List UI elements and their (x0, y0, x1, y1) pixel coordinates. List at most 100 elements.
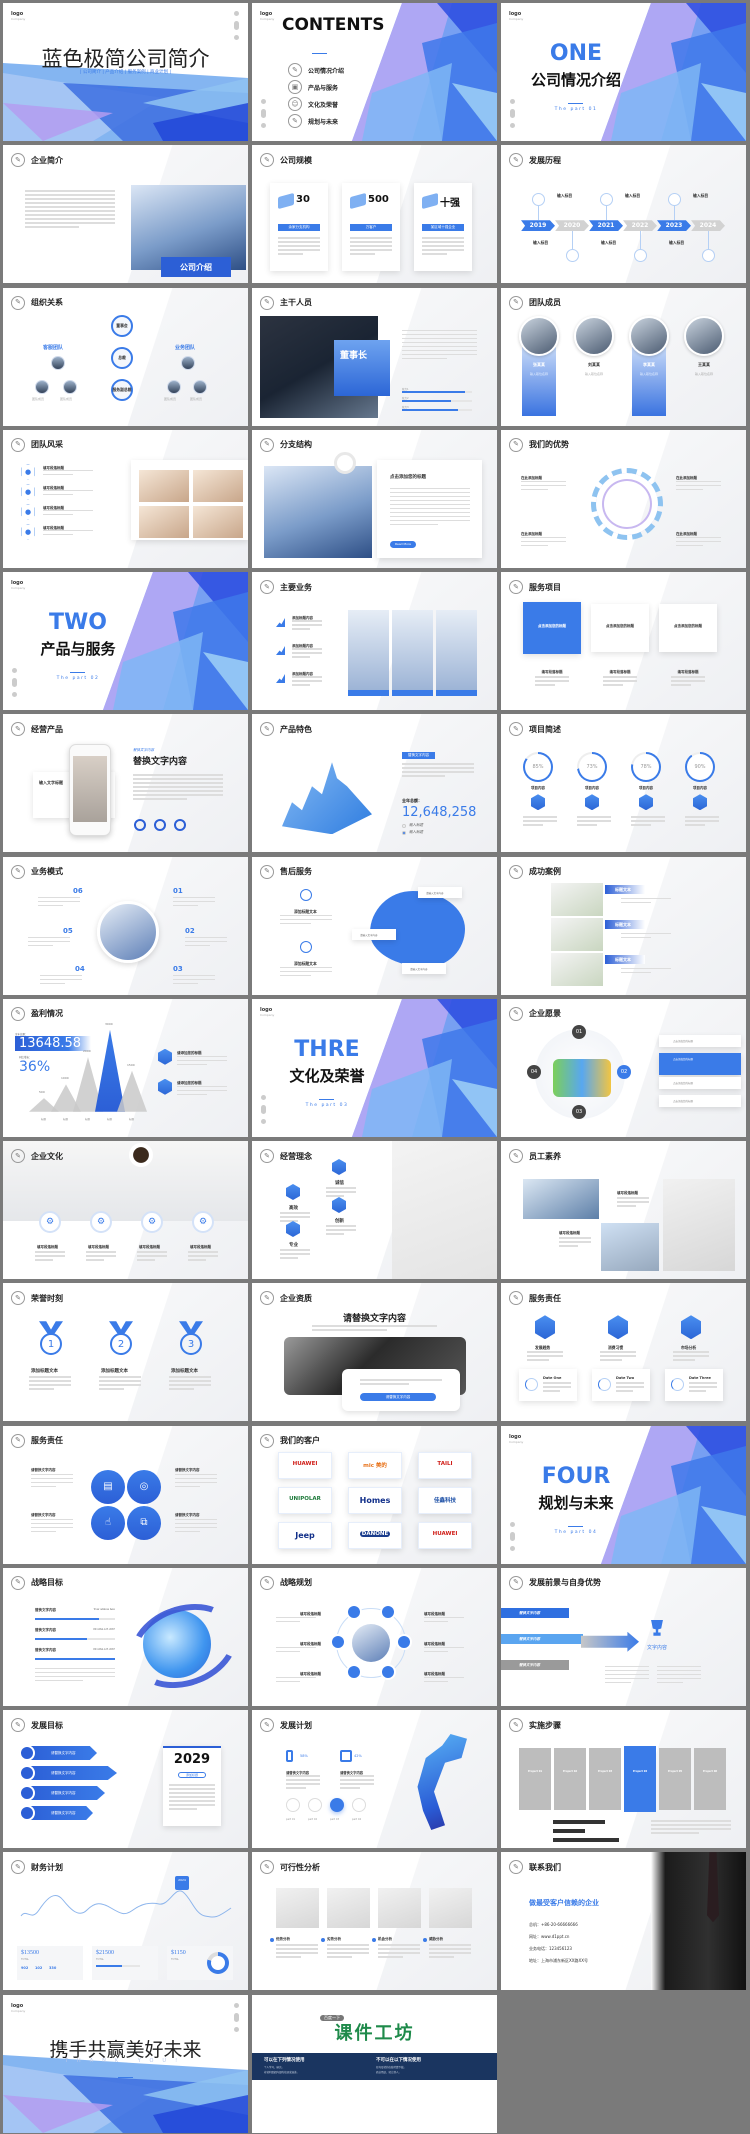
stat-value: 58% (300, 1754, 308, 1758)
vision-list-text: 点击添加您的标题 (673, 1057, 694, 1061)
slide-header: ✎ 分支结构 (260, 437, 312, 452)
placeholder-text-line (31, 1522, 73, 1524)
placeholder-text-line (169, 1384, 211, 1386)
slide-thumbnail-39[interactable]: ✎ 实施步骤 Project 01 Project 02 Project 03 Proje… (501, 1710, 746, 1848)
placeholder-text-line (402, 329, 477, 331)
culture-icon: ⚙ (141, 1211, 163, 1233)
slide-thumbnail-37[interactable]: ✎ 发展目标 请替换文字内容 请替换文字内容 请替换文字内容 请替换文字内容 2029 添加标… (3, 1710, 248, 1848)
nav-dot (510, 123, 515, 128)
slide-thumbnail-4[interactable]: ✎ 企业简介 公司介绍 (3, 145, 248, 284)
part-button[interactable] (352, 1798, 366, 1812)
slide-thumbnail-36[interactable]: ✎ 发展前景与自身优势 替换文字内容 替换文字内容 替换文字内容 文字内容 (501, 1567, 746, 1706)
slide-thumbnail-13[interactable]: logo Company TWO 产品与服务 The part 02 (3, 572, 248, 710)
slide-thumbnail-27[interactable]: ✎ 员工素养 填写段落标题 填写段落标题 (501, 1141, 746, 1279)
slide-thumbnail-34[interactable]: ✎ 战略目标 替换文字内容 Your address here 替换文字内容 001.66… (3, 1567, 248, 1706)
contents-item[interactable]: ☺ 文化及荣誉 (288, 97, 338, 111)
section-number: FOUR (541, 1463, 611, 1489)
slide-thumbnail-5[interactable]: ✎ 公司规模 30 余家分支机构 500 万客户 十强 某区域十强企业 (252, 145, 497, 284)
slide-thumbnail-35[interactable]: ✎ 战略规划 填写段落标题 填写段落标题 填写段落标题 填写段落标题 填写段落标题 填写段落标… (252, 1567, 497, 1706)
placeholder-text-line (605, 1677, 649, 1680)
finance-stat: 902 (21, 1966, 29, 1971)
slide-thumbnail-1[interactable]: logo Company 蓝色极简公司简介 | 公司简介 | 产品介绍 | 服务案例 … (3, 3, 248, 141)
placeholder-text-line (35, 1667, 115, 1670)
part-button[interactable] (308, 1798, 322, 1812)
polygon-shape (143, 2069, 248, 2115)
placeholder-text-line (671, 680, 705, 682)
contents-item[interactable]: ▣ 产品与服务 (288, 80, 338, 94)
placeholder-text-line (327, 1952, 369, 1954)
section-title: 规划与未来 (538, 1493, 614, 1512)
pencil-icon: ✎ (260, 153, 274, 168)
slide-thumbnail-40[interactable]: ✎ 财务计划 2024 $13500 TOTAL 902 102 330 $21500 TOTAL… (3, 1852, 248, 1991)
slide-thumbnail-33[interactable]: logo Company FOUR 规划与未来 The part 04 (501, 1425, 746, 1564)
slide-thumbnail-9[interactable]: ✎ 团队成员 张某某 输入职位名称 刘某某 输入职位名称 李某某 输入职位名称 王某某 输入职位名… (501, 287, 746, 426)
slide-thumbnail-23[interactable]: logo Company THRE 文化及荣誉 The part 03 (252, 998, 497, 1137)
slide-thumbnail-44[interactable]: 百度一下 课件工坊 可以在下列情况使用 个人学习、研究。 非营利组织内部的培训或演讲。不… (252, 1994, 497, 2133)
slide-thumbnail-25[interactable]: ✎ 企业文化 ⚙ 填写段落标题 ⚙ 填写段落标题 ⚙ 填写段落标题 ⚙ 填写段落标题 (3, 1141, 248, 1279)
slide-thumbnail-3[interactable]: logo Company ONE 公司情况介绍 The part 01 (501, 3, 746, 141)
org-node-label: 总裁 (118, 354, 126, 360)
slide-thumbnail-2[interactable]: logo Company CONTENTS ✎ 公司情况介绍 ▣ 产品与服务 ☺ 文化及荣誉 ✎ 规… (252, 3, 497, 141)
slide-thumbnail-24[interactable]: ✎ 企业愿景 01 02 03 04 点击添加您的标题 点击添加您的标题 点击添加您的标题 点击添… (501, 998, 746, 1137)
slide-thumbnail-32[interactable]: ✎ 我们的客户 HUAWEI mic 美的 TAILI UNIPOLAR Homes 佳鑫科技… (252, 1425, 497, 1564)
slide-thumbnail-8[interactable]: ✎ 主干人员 董事长 能力1 能力2 能力3 (252, 287, 497, 426)
placeholder-text-line (86, 1259, 104, 1261)
duty-blob-icon: ▤ (91, 1469, 125, 1504)
slide-thumbnail-31[interactable]: ✎ 服务责任 ▤ ◎ ☝ ⧉ 请替换文字内容 请替换文字内容 请替换文字内容 请替换文字内容 (3, 1425, 248, 1564)
placeholder-text-line (350, 253, 376, 255)
placeholder-text-line (340, 1783, 374, 1785)
placeholder-text-line (173, 904, 199, 906)
read-more-button[interactable]: Read More (390, 540, 416, 548)
slide-thumbnail-17[interactable]: ✎ 产品特色 替换文字内容 全年总额： 12,648,258 输入标题 输入标题 (252, 714, 497, 853)
slide-thumbnail-6[interactable]: ✎ 发展历程 2019 输入标目 2020 输入标目 2021 输入标目 2022 输入标目 202… (501, 145, 746, 284)
slide-thumbnail-41[interactable]: ✎ 可行性分析 优势分析 劣势分析 机会分析 威胁分析 (252, 1852, 497, 1991)
slide-thumbnail-12[interactable]: ✎ 我们的优势 在此添加标题 在此添加标题 在此添加标题 在此添加标题 (501, 429, 746, 568)
slide-thumbnail-38[interactable]: ✎ 发展计划 58% 请替换文字内容 42% 请替换文字内容 part 01 part 02 p… (252, 1710, 497, 1848)
polygon-shape (452, 1078, 497, 1137)
contact-line: 业务电话：123456123 (529, 1946, 572, 1952)
placeholder-text-line (523, 824, 544, 826)
x-axis-label: 标题 (107, 1117, 113, 1121)
contents-item[interactable]: ✎ 公司情况介绍 (288, 63, 344, 77)
slide-thumbnail-10[interactable]: ✎ 团队风采 ● 填写段落标题 ● 填写段落标题 ● 填写段落标题 ● 填写段落标题 (3, 429, 248, 568)
placeholder-text-line (521, 536, 566, 539)
slide-thumbnail-14[interactable]: ✎ 主要业务 添加标题内容 添加标题内容 添加标题内容 (252, 572, 497, 710)
slide-thumbnail-29[interactable]: ✎ 企业资质 请替换文字内容 请替换文字内容 (252, 1283, 497, 1422)
slide-thumbnail-11[interactable]: ✎ 分支结构 点击添加您的标题 Read More (252, 429, 497, 568)
slide-thumbnail-42[interactable]: ✎ 联系我们 做最受客户信赖的企业 总机：+86-20-66666666 网址：www.… (501, 1852, 746, 1991)
nav-dot (261, 109, 266, 118)
slide-thumbnail-20[interactable]: ✎ 售后服务 添加标题文本 添加标题文本 请输入文字内容 请输入文字内容 请输入文字内容 (252, 856, 497, 995)
slide-thumbnail-7[interactable]: ✎ 组织关系 董事会 总裁 服务副总裁 客服团队 业务团队 团队成员 团队成员 团队成员 团队成员 (3, 287, 248, 426)
slide-thumbnail-30[interactable]: ✎ 服务责任 发展趋势 Date One 消费习惯 Date Two 市场分析 Date Th… (501, 1283, 746, 1422)
placeholder-text-line (177, 1089, 227, 1092)
member-avatar (35, 379, 49, 394)
placeholder-text-line (657, 1681, 684, 1684)
quality-button[interactable]: 请替换文字内容 (360, 1393, 436, 1402)
left-group-label: 客服团队 (43, 344, 64, 351)
placeholder-text-line (559, 1245, 579, 1247)
slide-thumbnail-15[interactable]: ✎ 服务项目 点击添加您的标题 填写段落标题 点击添加您的标题 填写段落标题 点击添加您的标… (501, 572, 746, 710)
finance-line (20, 1890, 232, 1918)
section-number: TWO (49, 610, 107, 635)
duty-icon (608, 1315, 628, 1340)
contact-slogan: 做最受客户信赖的企业 (529, 1899, 599, 1908)
slide-thumbnail-21[interactable]: ✎ 成功案例 标题文本 标题文本 标题文本 (501, 856, 746, 995)
slide-heading: 服务项目 (529, 582, 561, 592)
placeholder-text-line (521, 544, 548, 547)
slide-thumbnail-22[interactable]: ✎ 盈利情况 全年总额： 13648.58 同比增长： 36% 500 标题 1000 标题 200… (3, 998, 248, 1137)
slide-thumbnail-26[interactable]: ✎ 经营理念 诚信 高效 专业 创新 (252, 1141, 497, 1279)
slide-header: ✎ 业务模式 (11, 864, 63, 879)
slide-thumbnail-28[interactable]: ✎ 荣誉时刻 1 添加标题文本 2 添加标题文本 3 添加标题文本 (3, 1283, 248, 1422)
slide-thumbnail-43[interactable]: logo Company 携手共赢美好未来 THANK YOU! (3, 1994, 248, 2133)
medal-icon: 1 (40, 1333, 62, 1356)
step-card (589, 1748, 621, 1810)
part-button[interactable] (286, 1798, 300, 1812)
client-logo-name: 佳鑫科技 (433, 1497, 456, 1504)
contents-item[interactable]: ✎ 规划与未来 (288, 114, 338, 128)
goal-year: 2029 (173, 1752, 211, 1767)
slide-thumbnail-16[interactable]: ✎ 经营产品 输入文字标题 替换文字内容 替换文字内容 (3, 714, 248, 853)
part-button[interactable] (330, 1798, 344, 1812)
phone-icon (286, 1750, 293, 1762)
slide-thumbnail-19[interactable]: ✎ 业务模式 06 01 05 02 04 03 (3, 856, 248, 995)
slide-thumbnail-18[interactable]: ✎ 项目简述 85% 项目内容 73% 项目内容 78% 项目内容 90% 项目内容 (501, 714, 746, 853)
